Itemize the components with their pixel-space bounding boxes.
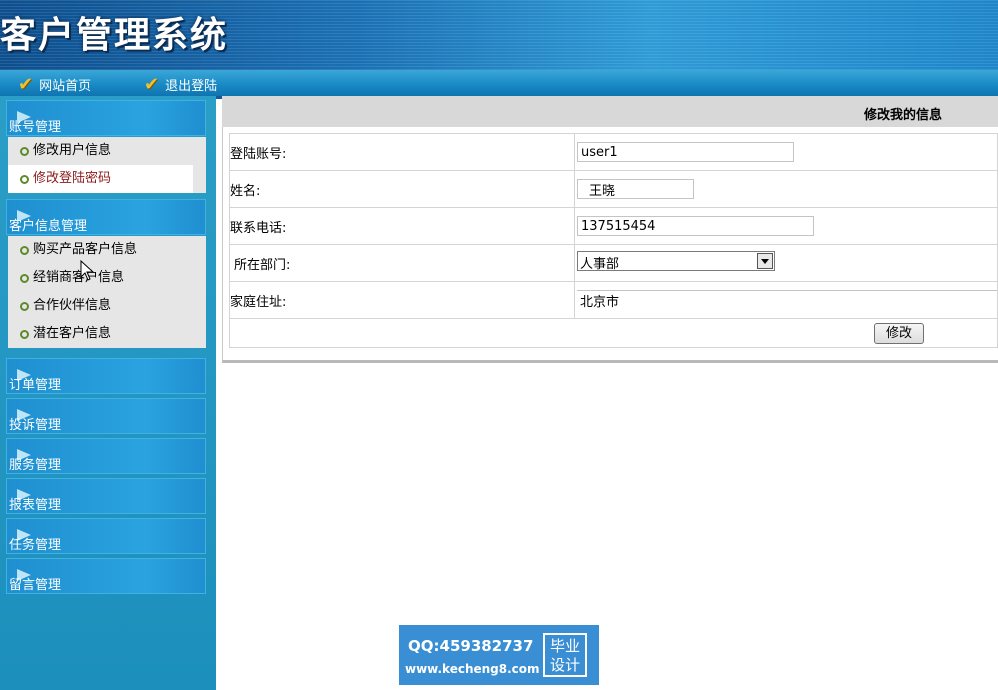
nav-logout-label: 退出登陆 [165, 78, 218, 94]
menu-account[interactable]: 账号管理 [6, 100, 206, 136]
checkmark-icon: ✔ [18, 73, 34, 95]
menu-orders-label: 订单管理 [9, 378, 62, 393]
stamp-line-2: 设计 [549, 656, 580, 674]
bullet-icon [20, 175, 29, 184]
sidebar-item-product-customers[interactable]: 购买产品客户信息 [8, 236, 206, 264]
sidebar-item-potential-customers[interactable]: 潜在客户信息 [8, 320, 206, 348]
stamp-line-1: 毕业 [549, 637, 580, 655]
mouse-pointer-icon [80, 260, 95, 281]
account-field[interactable] [577, 142, 794, 162]
menu-services-label: 服务管理 [9, 458, 62, 473]
bullet-icon [20, 147, 29, 156]
sidebar: 账号管理 修改用户信息 修改登陆密码 客户信息管理 购买产品客户信息 经销商客户… [0, 96, 216, 690]
form-row-account: 登陆账号: [229, 133, 998, 171]
form-row-department: 所在部门: 人事部 [229, 244, 998, 282]
menu-tasks-label: 任务管理 [9, 538, 62, 553]
sidebar-item-dealer-customers[interactable]: 经销商客户信息 [8, 264, 206, 292]
name-label: 姓名: [229, 170, 575, 208]
menu-reports[interactable]: 报表管理 [6, 478, 206, 514]
app-title: 客户管理系统 [0, 14, 229, 56]
watermark-stamp: 毕业 设计 [543, 633, 587, 677]
menu-services[interactable]: 服务管理 [6, 438, 206, 474]
form-row-name: 姓名: [229, 170, 998, 208]
menu-reports-label: 报表管理 [9, 498, 62, 513]
nav-logout-link[interactable]: ✔ 退出登陆 [144, 73, 218, 95]
form-row-address: 家庭住址: [229, 281, 998, 319]
watermark-banner: QQ:459382737 www.kecheng8.com 毕业 设计 [399, 625, 599, 685]
menu-messages-label: 留言管理 [9, 578, 62, 593]
menu-customer-info[interactable]: 客户信息管理 [6, 199, 206, 235]
watermark-qq: QQ:459382737 [408, 637, 534, 655]
app-header: 客户管理系统 [0, 0, 998, 70]
profile-form: 登陆账号: 姓名: 联系电话: 所在部门: 人事部 家庭住址: 修改 [229, 133, 998, 348]
sidebar-item-label: 购买产品客户信息 [33, 242, 138, 257]
bullet-icon [20, 246, 29, 255]
menu-messages[interactable]: 留言管理 [6, 558, 206, 594]
form-row-submit: 修改 [229, 318, 998, 348]
sidebar-item-label: 修改用户信息 [33, 143, 112, 158]
watermark-site: www.kecheng8.com [405, 662, 540, 676]
sidebar-item-label: 合作伙伴信息 [33, 298, 112, 313]
menu-tasks[interactable]: 任务管理 [6, 518, 206, 554]
content-header: 修改我的信息 [222, 96, 998, 128]
sidebar-item-edit-user[interactable]: 修改用户信息 [8, 137, 206, 165]
submenu-account: 修改用户信息 修改登陆密码 [8, 137, 206, 193]
address-label: 家庭住址: [229, 281, 575, 319]
department-label: 所在部门: [229, 244, 575, 282]
nav-home-label: 网站首页 [39, 78, 92, 94]
top-nav: ✔ 网站首页 ✔ 退出登陆 [0, 70, 998, 99]
phone-field[interactable] [577, 216, 814, 236]
sidebar-item-label: 潜在客户信息 [33, 326, 112, 341]
name-field[interactable] [577, 179, 694, 199]
department-select-value: 人事部 [580, 257, 620, 272]
submit-button[interactable]: 修改 [874, 322, 924, 344]
page-title: 修改我的信息 [863, 108, 942, 123]
bullet-icon [20, 302, 29, 311]
bullet-icon [20, 274, 29, 283]
form-row-phone: 联系电话: [229, 207, 998, 245]
nav-home-link[interactable]: ✔ 网站首页 [18, 73, 92, 95]
sidebar-item-label: 经销商客户信息 [33, 270, 125, 285]
submenu-customer-info: 购买产品客户信息 经销商客户信息 合作伙伴信息 潜在客户信息 [8, 236, 206, 348]
sidebar-item-change-password[interactable]: 修改登陆密码 [8, 165, 193, 193]
bullet-icon [20, 330, 29, 339]
account-label: 登陆账号: [229, 133, 575, 171]
address-field[interactable] [577, 290, 997, 310]
menu-complaints[interactable]: 投诉管理 [6, 398, 206, 434]
chevron-down-icon[interactable] [757, 253, 773, 269]
menu-orders[interactable]: 订单管理 [6, 358, 206, 394]
department-select[interactable]: 人事部 [577, 251, 775, 272]
menu-customer-info-label: 客户信息管理 [9, 219, 88, 234]
checkmark-icon: ✔ [144, 73, 160, 95]
sidebar-item-partners[interactable]: 合作伙伴信息 [8, 292, 206, 320]
menu-account-label: 账号管理 [9, 120, 62, 135]
sidebar-item-label: 修改登陆密码 [33, 171, 112, 186]
phone-label: 联系电话: [229, 207, 575, 245]
menu-complaints-label: 投诉管理 [9, 418, 62, 433]
